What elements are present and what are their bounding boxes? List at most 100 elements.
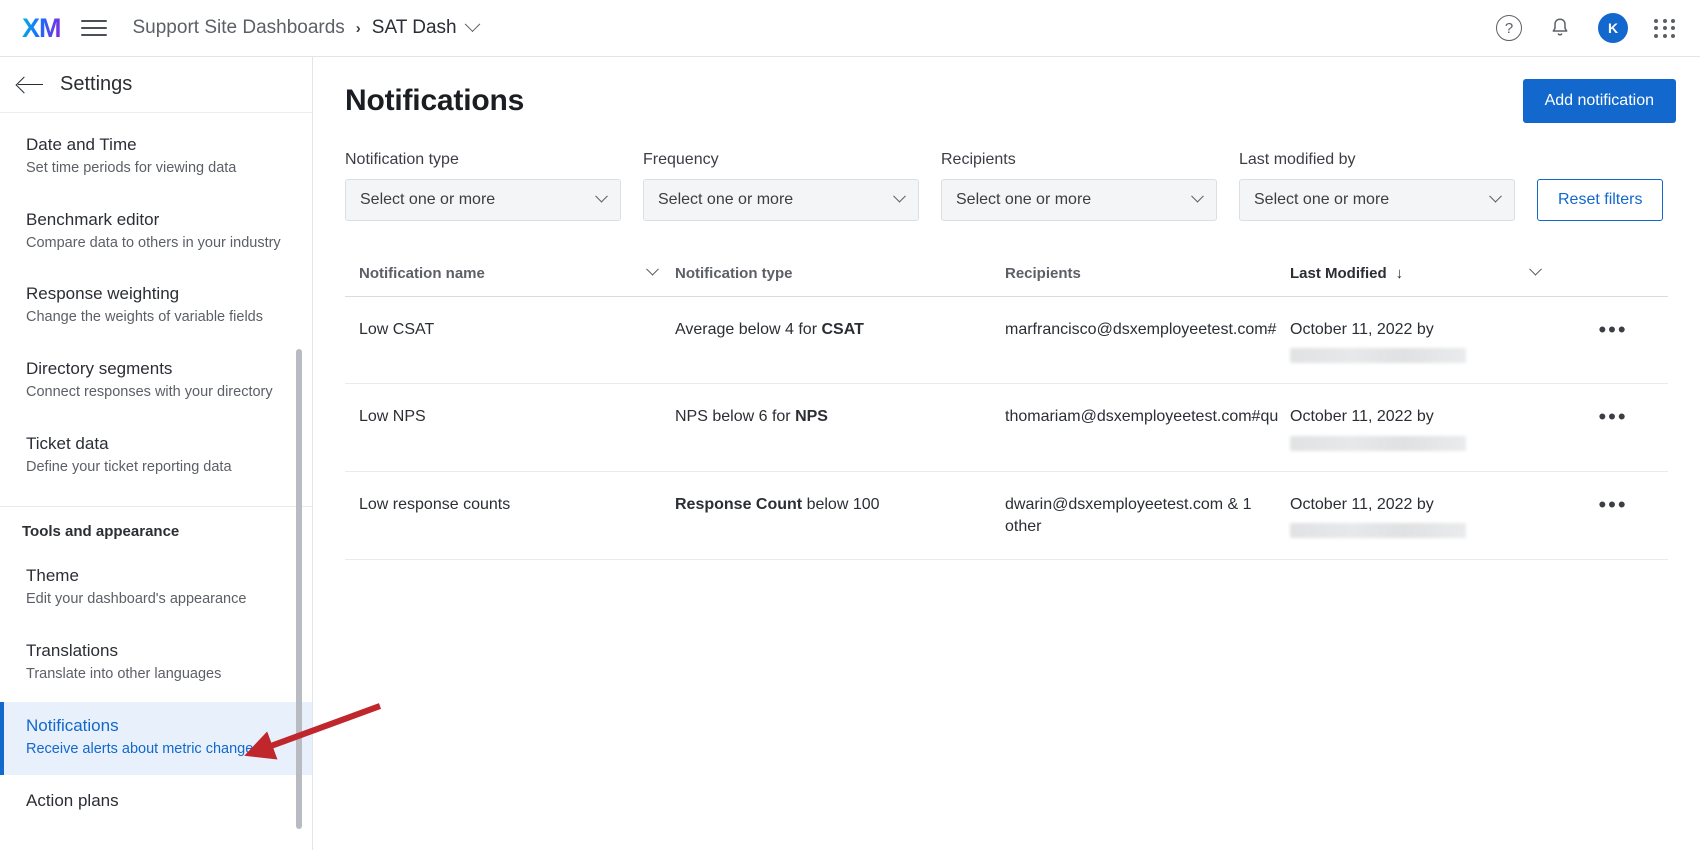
last-modified-by-redacted xyxy=(1290,523,1466,539)
table-row[interactable]: Low NPS NPS below 6 for NPS thomariam@ds… xyxy=(345,384,1668,472)
column-header-notification-type[interactable]: Notification type xyxy=(675,265,1005,282)
filter-label: Notification type xyxy=(345,151,459,168)
table-header: Notification name Notification type Reci… xyxy=(345,255,1668,297)
chevron-down-icon[interactable] xyxy=(1529,262,1542,276)
sidebar-item-subtitle: Receive alerts about metric changes xyxy=(26,740,261,757)
last-modified-date: October 11, 2022 by xyxy=(1290,408,1434,426)
sidebar-item-action-plans[interactable]: Action plans xyxy=(0,777,312,827)
settings-sidebar: Settings Date and Time Set time periods … xyxy=(0,57,313,850)
bell-icon xyxy=(1552,18,1568,36)
avatar[interactable]: K xyxy=(1598,13,1628,43)
filter-label: Last modified by xyxy=(1239,151,1356,168)
filter-recipients: Recipients Select one or more xyxy=(941,151,1217,221)
sidebar-item-notifications[interactable]: Notifications Receive alerts about metri… xyxy=(0,701,312,775)
sidebar-section-label-tools-and-appearance: Tools and appearance xyxy=(22,523,180,541)
sidebar-title: Settings xyxy=(60,73,133,95)
top-navigation-bar: XM Support Site Dashboards › SAT Dash ? … xyxy=(0,0,1700,57)
sidebar-item-title: Notifications xyxy=(26,715,119,735)
cell-recipients: thomariam@dsxemployeetest.com#qu xyxy=(1005,408,1279,426)
chevron-down-icon xyxy=(1191,189,1204,203)
type-prefix: NPS below 6 for xyxy=(675,408,796,426)
column-header-notification-name[interactable]: Notification name xyxy=(345,262,675,282)
sidebar-item-response-weighting[interactable]: Response weighting Change the weights of… xyxy=(0,270,312,343)
filter-label: Recipients xyxy=(941,151,1016,168)
recipients-select[interactable]: Select one or more xyxy=(941,179,1217,221)
breadcrumb-separator-icon: › xyxy=(355,19,361,37)
chevron-down-icon[interactable] xyxy=(464,15,480,32)
cell-notification-type: Average below 4 for CSAT xyxy=(675,319,1005,341)
table-row[interactable]: Low CSAT Average below 4 for CSAT marfra… xyxy=(345,297,1668,385)
filter-frequency: Frequency Select one or more xyxy=(643,151,919,221)
sidebar-item-title: Ticket data xyxy=(26,433,109,453)
filter-notification-type: Notification type Select one or more xyxy=(345,151,621,221)
breadcrumb-current-dashboard[interactable]: SAT Dash xyxy=(372,17,457,39)
body-area: Settings Date and Time Set time periods … xyxy=(0,57,1700,850)
sidebar-item-theme[interactable]: Theme Edit your dashboard's appearance xyxy=(0,552,312,625)
table-header-row: Notification name Notification type Reci… xyxy=(345,255,1668,297)
reset-filters-button[interactable]: Reset filters xyxy=(1537,179,1664,221)
type-prefix: Average below 4 for xyxy=(675,321,822,338)
sidebar-item-translations[interactable]: Translations Translate into other langua… xyxy=(0,627,312,700)
filter-last-modified-by: Last modified by Select one or more xyxy=(1239,151,1515,221)
sidebar-scrollbar-thumb[interactable] xyxy=(296,349,302,829)
cell-notification-name: Low response counts xyxy=(359,495,511,513)
notifications-bell-button[interactable] xyxy=(1548,16,1572,40)
sidebar-item-subtitle: Compare data to others in your industry xyxy=(26,234,281,251)
breadcrumb: Support Site Dashboards › SAT Dash xyxy=(133,15,480,39)
frequency-select[interactable]: Select one or more xyxy=(643,179,919,221)
cell-recipients: marfrancisco@dsxemployeetest.com# xyxy=(1005,321,1277,338)
sort-descending-icon: ↓ xyxy=(1395,265,1404,282)
page-title: Notifications xyxy=(345,84,525,117)
help-icon: ? xyxy=(1496,15,1522,41)
back-arrow-icon[interactable] xyxy=(18,75,44,95)
xm-logo[interactable]: XM xyxy=(22,14,61,42)
chevron-down-icon xyxy=(893,189,906,203)
cell-last-modified: October 11, 2022 by xyxy=(1290,319,1558,364)
sidebar-item-date-and-time[interactable]: Date and Time Set time periods for viewi… xyxy=(0,121,312,194)
last-modified-date: October 11, 2022 by xyxy=(1290,495,1434,513)
sidebar-item-title: Translations xyxy=(26,641,118,661)
cell-notification-type: Response Count below 100 xyxy=(675,494,1005,516)
type-suffix: below 100 xyxy=(802,495,880,513)
column-label: Notification type xyxy=(675,265,793,282)
sidebar-item-subtitle: Define your ticket reporting data xyxy=(26,458,232,475)
cell-actions: ••• xyxy=(1558,319,1668,341)
last-modified-by-select[interactable]: Select one or more xyxy=(1239,179,1515,221)
cell-notification-name: Low NPS xyxy=(359,408,426,426)
sidebar-item-ticket-data[interactable]: Ticket data Define your ticket reporting… xyxy=(0,420,312,493)
sidebar-item-benchmark-editor[interactable]: Benchmark editor Compare data to others … xyxy=(0,196,312,269)
sidebar-header: Settings xyxy=(0,57,312,113)
select-value: Select one or more xyxy=(658,191,794,208)
table-row[interactable]: Low response counts Response Count below… xyxy=(345,472,1668,560)
app-switcher-grid-icon[interactable] xyxy=(1654,18,1676,38)
cell-notification-name: Low CSAT xyxy=(359,321,435,338)
row-overflow-menu-icon[interactable]: ••• xyxy=(1598,319,1627,341)
row-overflow-menu-icon[interactable]: ••• xyxy=(1598,406,1627,428)
sidebar-item-subtitle: Edit your dashboard's appearance xyxy=(26,591,247,608)
app-root: XM Support Site Dashboards › SAT Dash ? … xyxy=(0,0,1700,850)
help-button[interactable]: ? xyxy=(1496,15,1522,41)
last-modified-by-redacted xyxy=(1290,348,1466,364)
sidebar-item-title: Directory segments xyxy=(26,359,173,379)
cell-last-modified: October 11, 2022 by xyxy=(1290,494,1558,539)
breadcrumb-root-link[interactable]: Support Site Dashboards xyxy=(133,17,345,39)
hamburger-menu-icon[interactable] xyxy=(80,15,107,41)
sidebar-item-title: Action plans xyxy=(26,790,119,810)
column-header-last-modified[interactable]: Last Modified ↓ xyxy=(1290,262,1558,282)
sidebar-item-directory-segments[interactable]: Directory segments Connect responses wit… xyxy=(0,345,312,418)
table-body: Low CSAT Average below 4 for CSAT marfra… xyxy=(345,297,1668,560)
add-notification-button[interactable]: Add notification xyxy=(1522,79,1676,123)
select-value: Select one or more xyxy=(360,191,496,208)
filter-label: Frequency xyxy=(643,151,719,168)
chevron-down-icon xyxy=(1489,189,1502,203)
column-header-recipients[interactable]: Recipients xyxy=(1005,265,1290,282)
sidebar-item-title: Response weighting xyxy=(26,284,180,304)
cell-notification-type: NPS below 6 for NPS xyxy=(675,406,1005,428)
column-label: Recipients xyxy=(1005,265,1081,282)
sidebar-item-subtitle: Connect responses with your directory xyxy=(26,384,273,400)
type-metric: NPS xyxy=(795,408,828,426)
chevron-down-icon[interactable] xyxy=(646,262,659,276)
row-overflow-menu-icon[interactable]: ••• xyxy=(1598,493,1627,516)
sidebar-scrollbar-track[interactable] xyxy=(296,113,302,850)
notification-type-select[interactable]: Select one or more xyxy=(345,179,621,221)
